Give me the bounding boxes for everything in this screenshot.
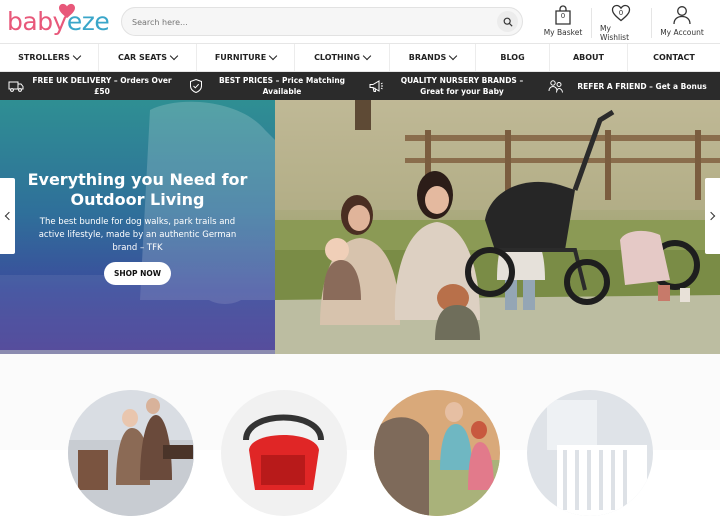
category-image-winter[interactable] <box>68 390 194 516</box>
shield-check-icon <box>190 78 202 94</box>
chevron-left-icon <box>4 211 14 221</box>
nav-label: STROLLERS <box>18 53 70 62</box>
header-divider <box>591 8 592 38</box>
nav-item-blog[interactable]: BLOG <box>476 44 550 71</box>
usp-text: BEST PRICES – Price Matching Available <box>218 76 346 96</box>
nav-item-brands[interactable]: BRANDS <box>390 44 476 71</box>
nav-item-clothing[interactable]: CLOTHING <box>295 44 390 71</box>
chevron-down-icon <box>362 51 372 61</box>
usp-item-brands: QUALITY NURSERY BRANDS – Great for your … <box>360 72 540 100</box>
wishlist-count: 0 <box>618 9 624 17</box>
chevron-down-icon <box>268 51 278 61</box>
usp-text: FREE UK DELIVERY – Orders Over £50 <box>32 76 172 96</box>
shop-now-button[interactable]: SHOP NOW <box>104 262 171 285</box>
main-nav: STROLLERS CAR SEATS FURNITURE CLOTHING B… <box>0 43 720 72</box>
slider-prev-button[interactable] <box>0 178 15 254</box>
basket-link[interactable]: 0 My Basket <box>543 4 583 40</box>
category-image-family[interactable] <box>374 390 500 516</box>
site-logo[interactable]: baby eze <box>7 3 110 38</box>
user-icon <box>673 6 691 25</box>
header-divider <box>651 8 652 38</box>
category-strip <box>0 354 720 516</box>
search-input[interactable] <box>132 13 492 31</box>
hero-subtitle: The best bundle for dog walks, park trai… <box>38 217 237 253</box>
nav-label: CAR SEATS <box>117 53 168 62</box>
nav-label: BLOG <box>500 53 525 62</box>
usp-item-prices: BEST PRICES – Price Matching Available <box>180 72 360 100</box>
usp-text: REFER A FRIEND – Get a Bonus <box>577 81 707 91</box>
usp-item-refer: REFER A FRIEND – Get a Bonus <box>540 72 720 100</box>
category-image-car-seat[interactable] <box>221 390 347 516</box>
usp-text: QUALITY NURSERY BRANDS – Great for your … <box>400 76 524 96</box>
wishlist-label: My Wishlist <box>600 24 630 42</box>
hero-promo-panel: Everything you Need for Outdoor Living T… <box>0 100 275 354</box>
hero-banner: Everything you Need for Outdoor Living T… <box>0 100 720 354</box>
refer-friend-icon <box>548 80 563 93</box>
search-button[interactable] <box>497 11 518 32</box>
heart-icon <box>59 3 75 19</box>
usp-item-delivery: FREE UK DELIVERY – Orders Over £50 <box>0 72 180 100</box>
nav-label: ABOUT <box>572 53 605 62</box>
category-image-nursery-furniture[interactable] <box>527 390 653 516</box>
usp-bar: FREE UK DELIVERY – Orders Over £50 BEST … <box>0 72 720 100</box>
chevron-down-icon <box>169 51 179 61</box>
account-label: My Account <box>660 28 704 37</box>
hero-photo-family-park <box>275 100 720 354</box>
megaphone-icon <box>369 80 383 92</box>
nav-item-strollers[interactable]: STROLLERS <box>0 44 99 71</box>
chevron-down-icon <box>72 51 82 61</box>
nav-label: CONTACT <box>653 53 695 62</box>
search-icon <box>503 17 513 27</box>
hero-title: Everything you Need for Outdoor Living <box>27 170 248 209</box>
basket-label: My Basket <box>543 28 583 37</box>
nav-label: FURNITURE <box>214 53 267 62</box>
nav-label: CLOTHING <box>314 53 360 62</box>
slider-next-button[interactable] <box>705 178 720 254</box>
nav-label: BRANDS <box>408 53 447 62</box>
account-link[interactable]: My Account <box>660 4 704 40</box>
wishlist-link[interactable]: 0 My Wishlist <box>600 4 642 42</box>
nav-item-about[interactable]: ABOUT <box>550 44 628 71</box>
delivery-truck-icon <box>8 81 24 92</box>
basket-count: 0 <box>560 12 566 20</box>
nav-item-furniture[interactable]: FURNITURE <box>197 44 295 71</box>
chevron-down-icon <box>449 51 458 61</box>
search-bar <box>121 7 523 36</box>
site-header: babyeze 0 My Basket 0 <box>0 0 720 43</box>
nav-item-contact[interactable]: CONTACT <box>628 44 720 71</box>
chevron-right-icon <box>706 211 716 221</box>
nav-item-car-seats[interactable]: CAR SEATS <box>99 44 197 71</box>
